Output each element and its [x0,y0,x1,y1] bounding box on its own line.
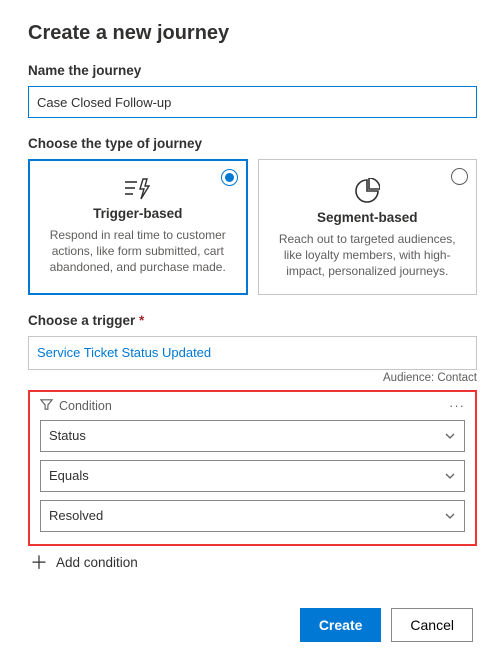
card-segment-based[interactable]: Segment-based Reach out to targeted audi… [258,159,478,295]
condition-operator-select[interactable]: Equals [40,460,465,492]
chevron-down-icon [444,470,456,482]
card-trigger-title: Trigger-based [45,206,231,221]
create-button[interactable]: Create [300,608,382,642]
radio-trigger-based[interactable] [221,169,238,186]
condition-more-icon[interactable]: ··· [449,398,465,413]
segment-icon [275,178,461,204]
type-label: Choose the type of journey [28,136,477,151]
trigger-icon [45,178,231,200]
condition-value-select[interactable]: Resolved [40,500,465,532]
required-asterisk: * [139,313,144,328]
filter-icon [40,398,53,414]
trigger-input[interactable]: Service Ticket Status Updated [28,336,477,370]
card-trigger-desc: Respond in real time to customer actions… [45,227,231,276]
radio-segment-based[interactable] [451,168,468,185]
add-condition-button[interactable]: ＋ Add condition [30,554,477,572]
chevron-down-icon [444,510,456,522]
condition-panel: Condition ··· Status Equals Resolved [28,390,477,546]
card-segment-desc: Reach out to targeted audiences, like lo… [275,231,461,280]
audience-text: Audience: Contact [28,372,477,384]
page-title: Create a new journey [28,22,477,45]
cancel-button[interactable]: Cancel [391,608,473,642]
card-segment-title: Segment-based [275,210,461,225]
journey-name-input[interactable] [28,86,477,118]
plus-icon: ＋ [30,554,48,572]
trigger-label: Choose a trigger * [28,313,477,328]
condition-attribute-select[interactable]: Status [40,420,465,452]
card-trigger-based[interactable]: Trigger-based Respond in real time to cu… [28,159,248,295]
chevron-down-icon [444,430,456,442]
name-label: Name the journey [28,63,477,78]
condition-label: Condition [59,399,112,413]
